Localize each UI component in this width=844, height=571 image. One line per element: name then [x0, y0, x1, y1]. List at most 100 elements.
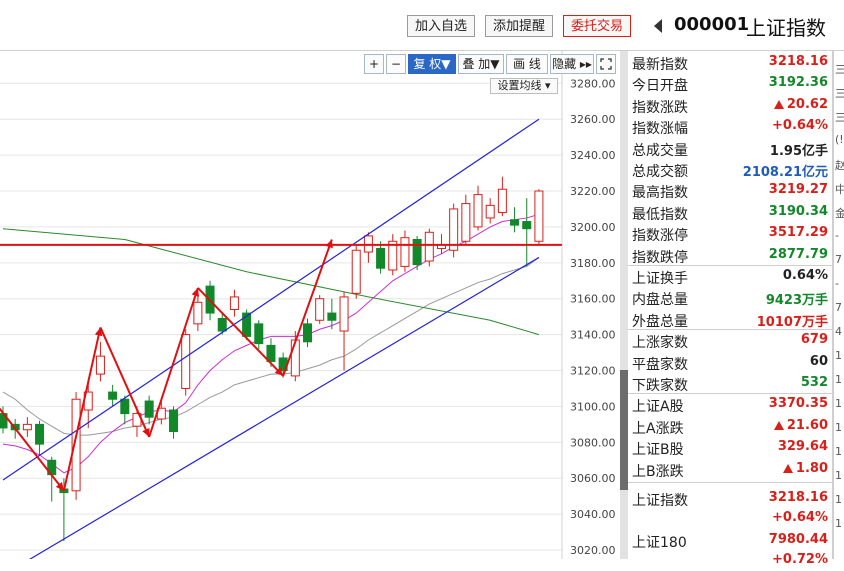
quote-value: 60 [809, 353, 828, 369]
adjust-rights-dropdown[interactable]: 复 权▼ [408, 54, 456, 74]
candle-up [22, 423, 32, 431]
add-alert-button[interactable]: 添加提醒 [485, 15, 553, 37]
quote-row: 指数跌停 2877.79 [628, 245, 832, 266]
quote-row: 外盘总量 10107万手 [628, 309, 832, 330]
candle-up [497, 188, 507, 214]
y-tick-label: 3200.00 [570, 221, 616, 234]
wave-arrow-line [62, 327, 102, 492]
quote-value: 3219.27 [768, 182, 828, 198]
up-triangle-icon [782, 463, 793, 473]
quote-label: 总成交额 [632, 164, 688, 180]
y-tick-label: 3040.00 [570, 508, 616, 521]
quote-value: 0.64% [782, 268, 828, 283]
quote-value: 1.80 [782, 461, 828, 476]
quote-row: 指数涨跌 20.62 [628, 95, 832, 116]
quote-value: 10107万手 [756, 314, 828, 330]
panel-separator [628, 482, 832, 483]
candle-up [473, 194, 483, 228]
quote-row: 平盘家数 60 [628, 352, 832, 373]
clipped-text: 中 [835, 181, 844, 197]
candle-down [376, 247, 386, 269]
candle-down [108, 391, 118, 400]
quote-value: 2108.21亿元 [742, 165, 828, 180]
back-arrow-icon[interactable] [654, 19, 662, 33]
candle-up [339, 296, 349, 332]
quote-label: 今日开盘 [632, 78, 688, 95]
overlay-dropdown[interactable]: 叠 加▼ [458, 54, 504, 74]
quote-row: 今日开盘 3192.36 [628, 73, 832, 94]
quote-label: 最新指数 [632, 57, 688, 73]
quote-label: 总成交量 [632, 142, 688, 159]
quote-label: 上证A股 [632, 399, 684, 416]
clipped-text: 赵 [835, 157, 844, 173]
add-to-watchlist-button[interactable]: 加入自选 [407, 15, 475, 37]
quote-value: 3370.35 [768, 396, 828, 412]
index-summary-row[interactable]: 上证180 7980.44 [628, 530, 832, 551]
draw-line-button[interactable]: 画 线 [506, 54, 548, 74]
clipped-text: 1 [835, 373, 842, 386]
quote-label: 最低指数 [632, 206, 688, 223]
clipped-text: 三 [835, 61, 844, 77]
quote-label: 上证换手 [632, 271, 688, 287]
clipped-text: 1 [835, 493, 842, 506]
clipped-text: 7 [835, 253, 842, 266]
candle-up [400, 237, 410, 267]
trade-order-button[interactable]: 委托交易 [563, 15, 631, 37]
hide-panel-button[interactable]: 隐藏 ▸▸ [550, 54, 594, 74]
quote-row: 最高指数 3219.27 [628, 180, 832, 201]
kline-chart[interactable]: 3020.00 3040.00 3060.00 3080.00 3100.00 3120.… [0, 51, 620, 559]
zoom-in-button[interactable]: + [364, 54, 384, 74]
y-tick-label: 3080.00 [570, 436, 616, 449]
quote-label: 外盘总量 [632, 313, 688, 330]
quote-value: 1.95亿手 [769, 143, 828, 159]
zoom-out-button[interactable]: − [386, 54, 406, 74]
quote-row: 上涨家数 679 [628, 330, 832, 351]
candle-up [315, 298, 325, 321]
clipped-text: 7 [835, 301, 842, 314]
quote-panel: 最新指数 3218.16 今日开盘 3192.36 指数涨跌 20.62 指数涨幅 +0.64… [628, 51, 833, 567]
candle-up [534, 190, 544, 242]
candle-down [217, 317, 227, 332]
candle-down [169, 409, 179, 433]
y-tick-label: 3120.00 [570, 365, 616, 378]
quote-label: 指数涨跌 [632, 99, 688, 116]
quote-row: 最低指数 3190.34 [628, 202, 832, 223]
candle-down [120, 398, 130, 415]
quote-row: 上A涨跌 21.60 [628, 416, 832, 437]
candle-up [193, 301, 203, 325]
quote-label: 下跌家数 [632, 378, 688, 394]
quote-label: 最高指数 [632, 185, 688, 202]
wave-arrow-line [0, 407, 65, 492]
index-change: +0.64% [772, 510, 828, 525]
clipped-text: 1 [835, 445, 842, 458]
index-summary-row[interactable]: 上证指数 3218.16 [628, 488, 832, 509]
quote-value: 532 [800, 375, 828, 390]
quote-label: 指数跌停 [632, 249, 688, 266]
quote-value: 3218.16 [768, 54, 828, 69]
quote-label: 上证B股 [632, 442, 684, 459]
candle-up [181, 334, 191, 389]
up-triangle-icon [773, 420, 784, 430]
clipped-text: 1 [835, 469, 842, 482]
quote-value: 2877.79 [768, 246, 828, 262]
y-tick-label: 3280.00 [570, 77, 616, 90]
clipped-side-column: 三三三(!赵中金-7-7411111111 [833, 51, 844, 559]
quote-value: 20.62 [773, 97, 828, 112]
quote-row: 上B涨跌 1.80 [628, 459, 832, 480]
y-tick-label: 3160.00 [570, 293, 616, 306]
candle-down [35, 423, 45, 445]
clipped-text: 1 [835, 349, 842, 362]
quote-value: 679 [800, 332, 828, 348]
collapse-handle[interactable] [620, 370, 628, 490]
y-tick-label: 3060.00 [570, 472, 616, 485]
quote-value: 9423万手 [765, 293, 828, 309]
quote-row: 指数涨停 3517.29 [628, 223, 832, 244]
ma-settings-dropdown[interactable]: 设置均线 ▾ [490, 78, 558, 94]
candle-up [461, 203, 471, 242]
quote-row: 下跌家数 532 [628, 373, 832, 394]
candle-down [303, 323, 312, 343]
fullscreen-button[interactable] [596, 54, 616, 74]
y-tick-label: 3240.00 [570, 149, 616, 162]
up-triangle-icon [773, 99, 784, 109]
kline-chart-area[interactable]: 3020.00 3040.00 3060.00 3080.00 3100.00 3120.… [0, 51, 624, 559]
